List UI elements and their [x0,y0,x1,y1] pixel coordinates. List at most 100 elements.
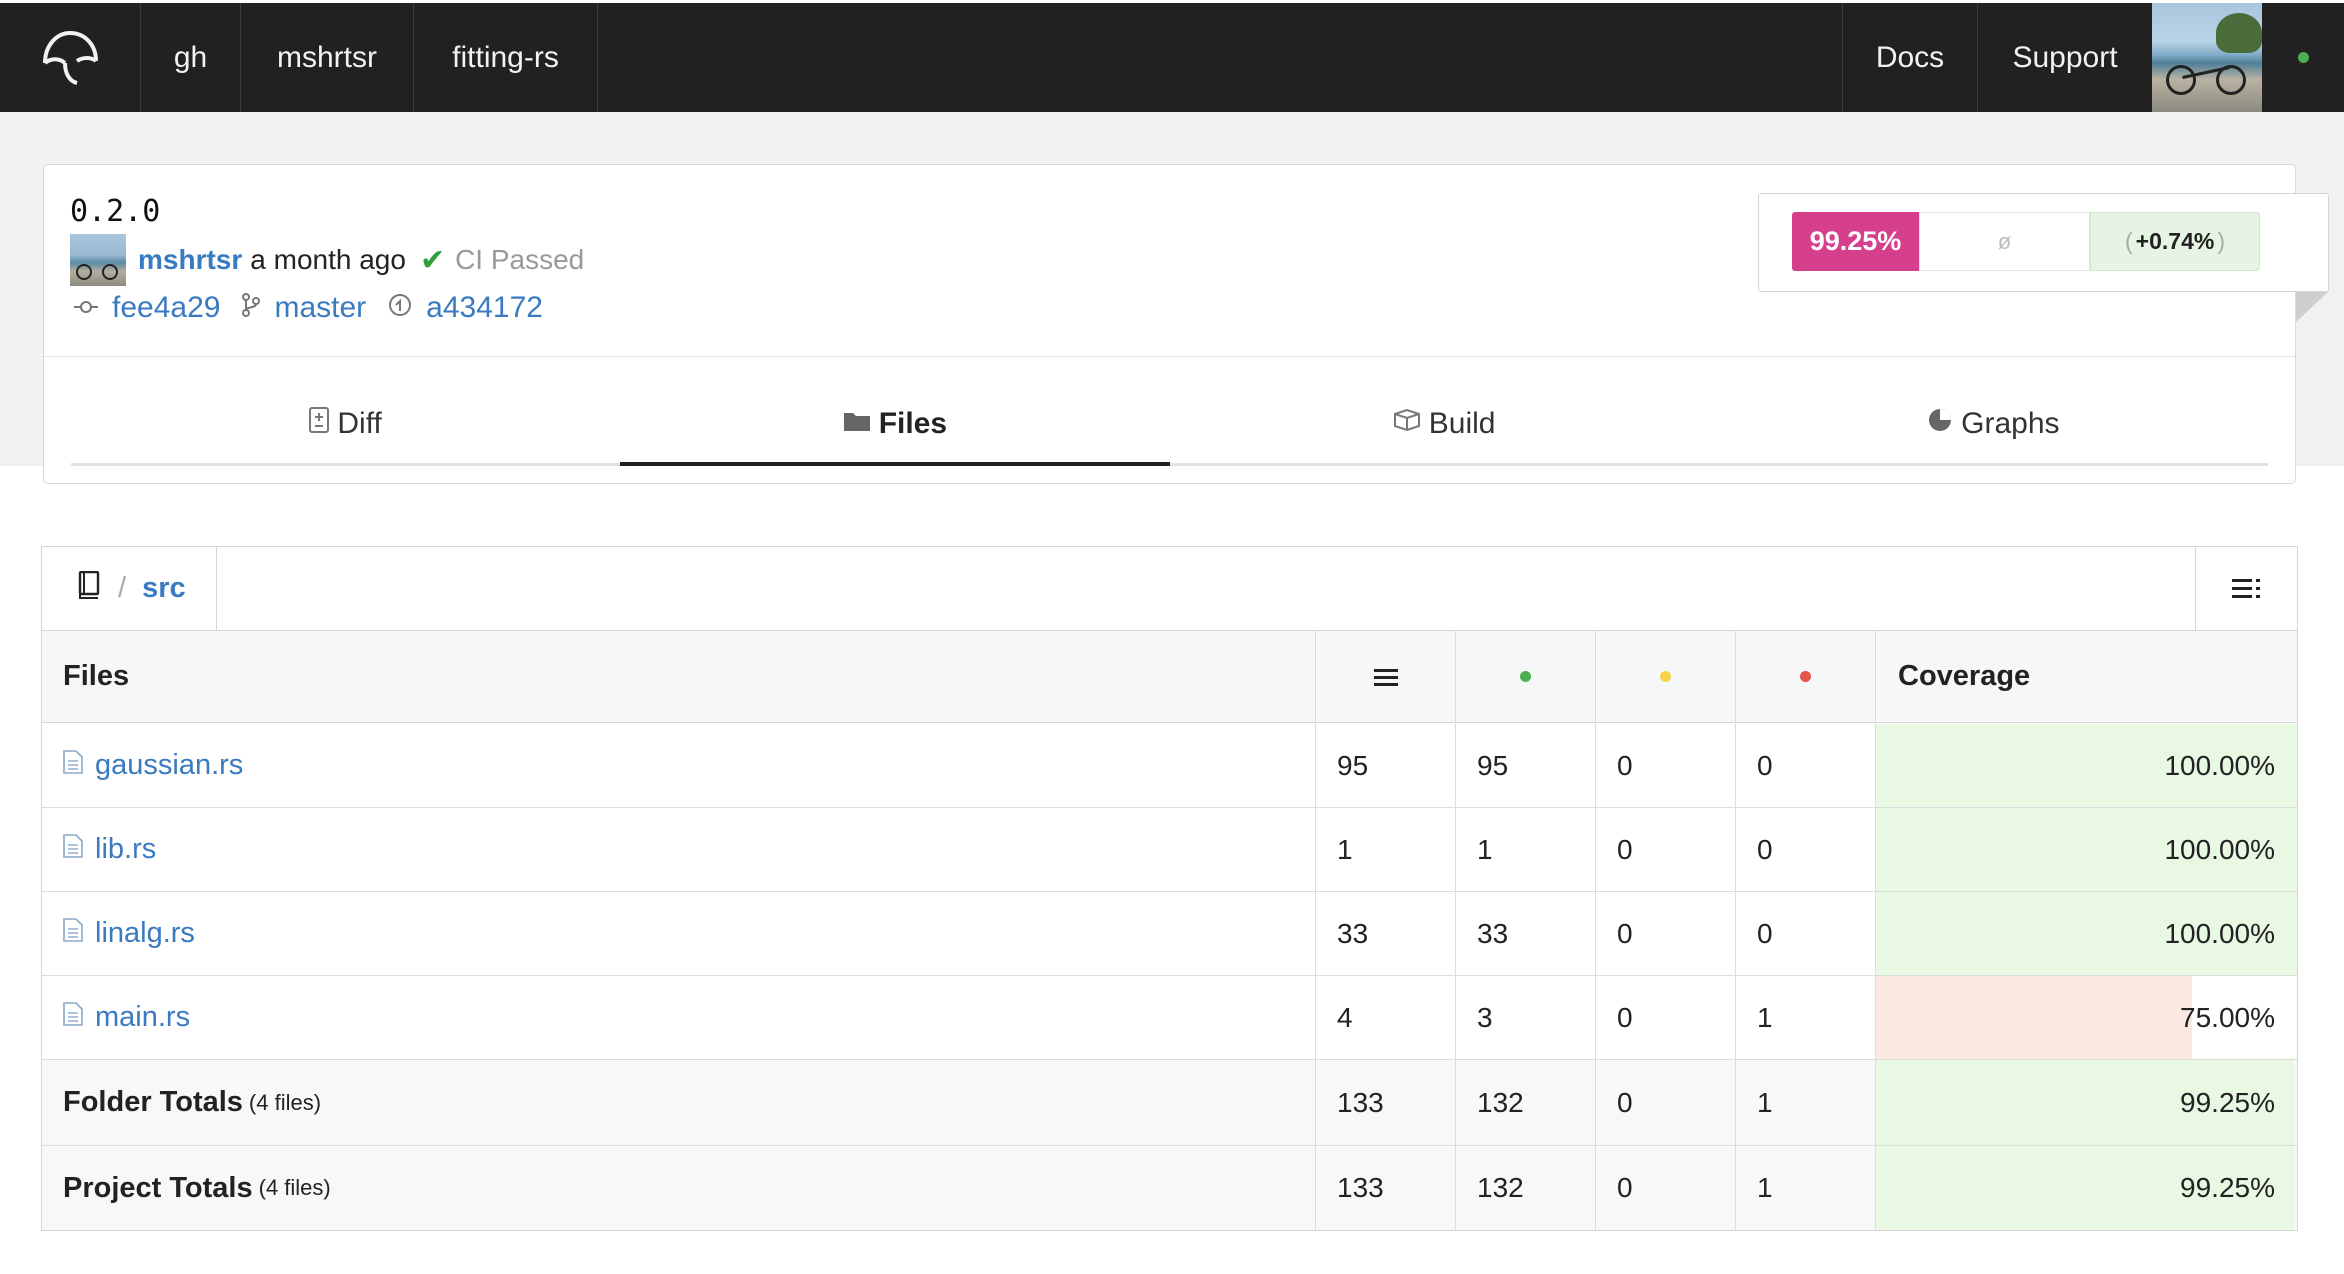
coverage-text: 99.25% [2180,1172,2275,1203]
file-icon [63,1002,83,1033]
misses-cell: 0 [1735,892,1875,975]
coverage-box-fold [2296,292,2328,322]
folder-totals-label-cell: Folder Totals (4 files) [42,1060,1315,1145]
repo-book-icon[interactable] [78,570,100,606]
commit-tabs: Diff Files Build Graphs [71,384,2268,466]
folder-totals-count: (4 files) [248,1089,322,1115]
hits-cell: 33 [1455,892,1595,975]
commit-sha-link[interactable]: fee4a29 [112,291,220,325]
table-row: lib.rs 1 1 0 0 100.00% [42,808,2297,892]
user-avatar[interactable] [2152,3,2262,112]
nav-support-link[interactable]: Support [1978,3,2152,112]
coverage-cell: 99.25% [1875,1146,2297,1230]
coverage-text: 100.00% [2164,833,2275,865]
table-row: main.rs 4 3 0 1 75.00% [42,976,2297,1060]
author-link[interactable]: mshrtsr [138,244,242,276]
misses-cell: 1 [1735,1146,1875,1230]
lines-cell: 1 [1315,808,1455,891]
build-icon [1393,408,1421,439]
coverage-text: 99.25% [2180,1086,2275,1118]
coverage-cell: 100.00% [1875,892,2297,975]
commit-icon [74,294,98,322]
breadcrumb-folder-link[interactable]: src [142,572,186,605]
file-name-cell: linalg.rs [42,892,1315,975]
file-name-cell: gaussian.rs [42,724,1315,807]
paren-open: ( [2125,228,2133,254]
diff-icon [309,407,330,440]
file-link[interactable]: main.rs [95,1001,190,1034]
file-link[interactable]: lib.rs [95,833,156,866]
file-name-cell: main.rs [42,976,1315,1059]
breadcrumb-path: / src [42,546,217,631]
lines-cell: 95 [1315,724,1455,807]
file-link[interactable]: linalg.rs [95,917,195,950]
avatar-photo [2152,3,2262,112]
coverage-cell: 100.00% [1875,724,2297,807]
lines-icon [1373,668,1398,686]
lines-cell: 133 [1315,1060,1455,1145]
umbrella-logo-icon [43,30,98,85]
tab-diff[interactable]: Diff [71,384,620,463]
nav-spacer [598,3,1843,112]
lines-cell: 133 [1315,1146,1455,1230]
misses-cell: 0 [1735,808,1875,891]
commit-time: a month ago [250,244,406,275]
codecov-logo[interactable] [0,3,141,112]
status-dot-icon [2297,52,2309,63]
nav-service-link[interactable]: gh [141,3,241,112]
coverage-change: ( +0.74% ) [2090,212,2260,271]
commit-title: 0.2.0 [70,194,161,229]
list-view-toggle[interactable] [2195,547,2297,631]
hits-cell: 132 [1455,1060,1595,1145]
coverage-value[interactable]: 99.25% [1792,212,1919,271]
partials-cell: 0 [1595,892,1735,975]
check-icon: ✔ [419,243,446,277]
file-icon [63,918,83,949]
nav-repo-link[interactable]: fitting-rs [414,3,598,112]
misses-dot-icon [1800,671,1811,682]
header-hits[interactable] [1455,631,1595,722]
header-coverage[interactable]: Coverage [1875,631,2297,722]
tab-graphs[interactable]: Graphs [1719,384,2268,463]
project-totals-count: (4 files) [258,1175,331,1200]
lines-cell: 4 [1315,976,1455,1059]
coverage-cell: 99.25% [1875,1060,2297,1145]
misses-cell: 0 [1735,724,1875,807]
top-navbar: gh mshrtsr fitting-rs Docs Support [0,0,2344,112]
nav-docs-link[interactable]: Docs [1843,3,1978,112]
coverage-text: 75.00% [2180,1001,2275,1033]
project-totals-label: Project Totals [63,1171,253,1204]
folder-totals-row: Folder Totals (4 files) 133 132 0 1 99.2… [42,1060,2297,1146]
partials-cell: 0 [1595,1146,1735,1230]
tab-build[interactable]: Build [1170,384,1719,463]
hits-cell: 3 [1455,976,1595,1059]
breadcrumb: / src [42,546,2297,631]
breadcrumb-separator: / [118,572,127,604]
project-totals-label-cell: Project Totals (4 files) [42,1146,1315,1230]
file-link[interactable]: gaussian.rs [95,749,243,782]
coverage-text: 100.00% [2164,917,2275,949]
header-files[interactable]: Files [42,631,1315,722]
author-avatar[interactable] [70,234,126,286]
hits-cell: 132 [1455,1146,1595,1230]
tab-files[interactable]: Files [620,384,1170,466]
nav-owner-link[interactable]: mshrtsr [241,3,414,112]
branch-link[interactable]: master [274,291,366,325]
file-name-cell: lib.rs [42,808,1315,891]
tab-diff-label: Diff [337,406,382,440]
parent-sha-link[interactable]: a434172 [426,291,543,325]
misses-cell: 1 [1735,1060,1875,1145]
paren-close: ) [2217,228,2225,254]
header-misses[interactable] [1735,631,1875,722]
folder-totals-label: Folder Totals [63,1086,243,1118]
coverage-change-value: +0.74% [2135,228,2215,254]
partials-cell: 0 [1595,808,1735,891]
list-icon [2231,579,2260,598]
folder-icon [843,408,871,439]
header-partials[interactable] [1595,631,1735,722]
ci-status[interactable]: CI Passed [455,244,584,276]
header-lines[interactable] [1315,631,1455,722]
hits-cell: 1 [1455,808,1595,891]
coverage-bar [1876,976,2192,1059]
file-table: / src Files Coverage gaussian.rs 95 95 0… [41,546,2298,1231]
